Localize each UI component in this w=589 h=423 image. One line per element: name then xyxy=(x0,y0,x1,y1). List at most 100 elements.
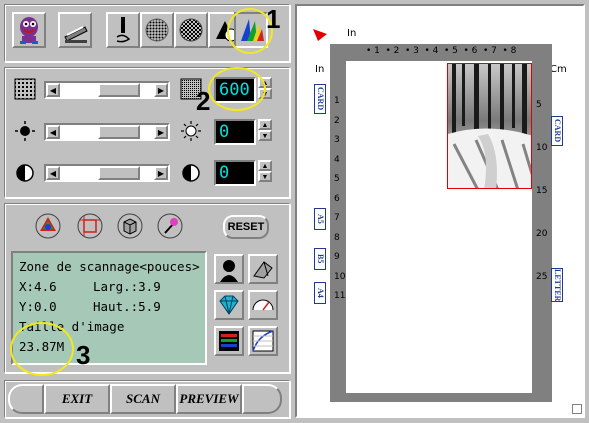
right-ruler-tick: 15 xyxy=(536,186,548,196)
curves-icon xyxy=(252,330,274,352)
curves-button[interactable] xyxy=(248,326,278,356)
slider-left-arrow-icon[interactable]: ◀ xyxy=(46,166,60,180)
left-ruler-tick: 5 xyxy=(334,174,340,184)
left-ruler-tick: 6 xyxy=(334,193,340,204)
right-ruler-tick: 20 xyxy=(536,229,548,239)
crop-icon[interactable] xyxy=(76,212,104,240)
scroll-corner xyxy=(572,404,582,414)
left-ruler-tick: 2 xyxy=(334,115,340,126)
line-art-icon xyxy=(116,17,131,43)
gauge-button[interactable] xyxy=(248,290,278,320)
right-ruler-tick: 25 xyxy=(536,272,548,282)
descreen-button[interactable] xyxy=(248,254,278,284)
callout-circle-3 xyxy=(10,322,74,376)
portrait-icon xyxy=(220,260,238,282)
diamond-button[interactable] xyxy=(214,290,244,320)
height-value: Haut.:5.9 xyxy=(93,299,161,314)
callout-circle-2 xyxy=(208,67,266,111)
origin-marker-icon xyxy=(313,29,327,41)
left-ruler-tick: 9 xyxy=(334,252,340,262)
top-ruler-tick: • 8 xyxy=(502,46,517,56)
slider-right-arrow-icon[interactable]: ▶ xyxy=(154,166,168,180)
tab-b5[interactable]: B5 xyxy=(314,248,326,270)
slider-left-arrow-icon[interactable]: ◀ xyxy=(46,125,60,139)
right-unit-label: Cm xyxy=(550,64,567,75)
exit-button-left-cap xyxy=(8,384,44,414)
scanner-button[interactable] xyxy=(58,12,92,48)
preview-image[interactable] xyxy=(447,63,532,189)
halftone-button[interactable] xyxy=(140,12,174,48)
width-value: Larg.:3.9 xyxy=(93,279,161,294)
resolution-slider[interactable]: ◀ ▶ xyxy=(44,81,170,99)
contrast-slider[interactable]: ◀ ▶ xyxy=(44,164,170,182)
slider-thumb[interactable] xyxy=(98,83,140,97)
tab-card-right[interactable]: CARD xyxy=(551,116,563,146)
tab-letter[interactable]: LETTER xyxy=(551,268,563,302)
contrast-low-icon xyxy=(16,164,34,182)
contrast-high-icon xyxy=(182,164,200,182)
slider-thumb[interactable] xyxy=(98,166,140,180)
callout-3: 3 xyxy=(76,340,91,370)
top-ruler-tick: • 4 xyxy=(424,46,439,56)
x-value: X:4.6 xyxy=(19,279,57,294)
mascot-icon xyxy=(20,17,38,44)
grayscale-icon xyxy=(179,18,203,42)
brightness-value[interactable]: 0 xyxy=(214,119,256,145)
left-ruler-tick: 10 xyxy=(334,271,346,282)
levels-icon xyxy=(219,331,239,351)
brightness-slider[interactable]: ◀ ▶ xyxy=(44,123,170,141)
tab-card-left[interactable]: CARD xyxy=(314,84,326,114)
line-art-button[interactable] xyxy=(106,12,140,48)
right-ruler-tick: 5 xyxy=(536,100,542,110)
grayscale-button[interactable] xyxy=(174,12,208,48)
spin-down-icon[interactable]: ▼ xyxy=(258,130,272,141)
callout-2: 2 xyxy=(196,86,211,116)
auto-color-icon[interactable] xyxy=(34,212,62,240)
halftone-icon xyxy=(145,18,169,42)
left-ruler-tick: 11 xyxy=(334,291,346,301)
top-ruler-tick: • 3 xyxy=(405,46,419,56)
left-ruler-tick: 8 xyxy=(334,232,340,243)
slider-left-arrow-icon[interactable]: ◀ xyxy=(46,83,60,97)
tab-a5[interactable]: A5 xyxy=(314,208,326,230)
top-ruler-tick: • 5 xyxy=(444,46,458,56)
callout-1: 1 xyxy=(266,4,281,34)
cube-icon[interactable] xyxy=(116,212,144,240)
brightness-low-icon xyxy=(15,121,35,141)
contrast-spinner[interactable]: ▲ ▼ xyxy=(258,160,272,186)
contrast-value[interactable]: 0 xyxy=(214,160,256,186)
top-ruler-tick: • 7 xyxy=(483,46,497,56)
gauge-icon xyxy=(252,299,274,311)
left-ruler-tick: 7 xyxy=(334,213,340,223)
brightness-high-icon xyxy=(181,121,201,141)
spin-up-icon[interactable]: ▲ xyxy=(258,160,272,171)
slider-right-arrow-icon[interactable]: ▶ xyxy=(154,125,168,139)
preview-button-right-cap xyxy=(242,384,282,414)
left-ruler-tick: 4 xyxy=(334,154,340,165)
scanner-icon xyxy=(64,26,88,43)
left-unit-label: In xyxy=(315,64,325,75)
scan-button[interactable]: SCAN xyxy=(110,384,176,414)
magic-wand-icon[interactable] xyxy=(156,212,184,240)
top-unit-label: In xyxy=(347,28,357,39)
reset-button[interactable]: RESET xyxy=(223,215,269,239)
y-value: Y:0.0 xyxy=(19,299,57,314)
top-ruler-tick: • 2 xyxy=(385,46,400,56)
mascot-button[interactable] xyxy=(12,12,46,48)
descreen-icon xyxy=(253,261,273,279)
spin-down-icon[interactable]: ▼ xyxy=(258,171,272,182)
resolution-low-icon xyxy=(14,78,36,100)
spin-up-icon[interactable]: ▲ xyxy=(258,119,272,130)
left-ruler-tick: 3 xyxy=(334,135,340,145)
levels-button[interactable] xyxy=(214,326,244,356)
brightness-spinner[interactable]: ▲ ▼ xyxy=(258,119,272,145)
preview-button[interactable]: PREVIEW xyxy=(176,384,242,414)
portrait-button[interactable] xyxy=(214,254,244,284)
tab-a4[interactable]: A4 xyxy=(314,282,326,304)
exit-button[interactable]: EXIT xyxy=(44,384,110,414)
slider-right-arrow-icon[interactable]: ▶ xyxy=(154,83,168,97)
diamond-icon xyxy=(219,295,239,315)
scan-area-title: Zone de scannage<pouces> xyxy=(19,259,200,274)
slider-thumb[interactable] xyxy=(98,125,140,139)
top-ruler-tick: • 6 xyxy=(463,46,478,56)
